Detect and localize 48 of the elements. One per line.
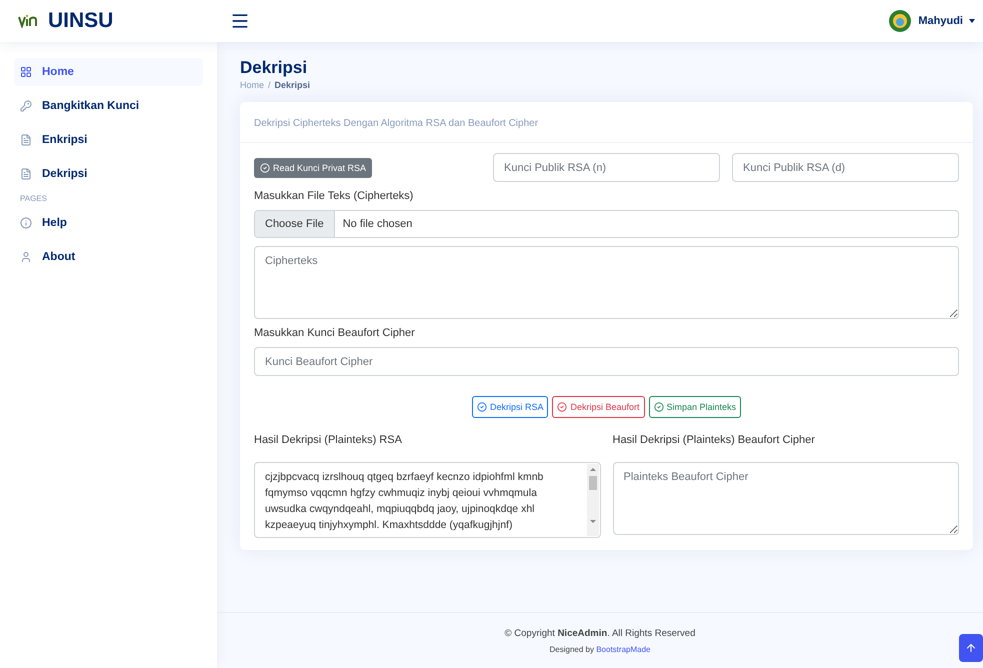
- credit-link[interactable]: BootstrapMade: [596, 644, 650, 654]
- check-circle-icon: [654, 402, 664, 412]
- field-label: Masukkan Kunci Beaufort Cipher: [254, 327, 416, 339]
- action-button[interactable]: Simpan Plainteks: [648, 396, 742, 418]
- field-label: Masukkan File Teks (Cipherteks): [254, 190, 414, 202]
- field-label: Hasil Dekripsi (Plainteks) RSA: [254, 434, 403, 446]
- sidebar-item[interactable]: Enkripsi: [14, 126, 203, 154]
- text-area[interactable]: Plainteks Beaufort Cipher: [612, 462, 959, 535]
- action-button[interactable]: Dekripsi Beaufort: [552, 396, 644, 418]
- sidebar-item[interactable]: Bangkitkan Kunci: [14, 92, 203, 120]
- person-icon: [20, 251, 32, 263]
- back-to-top-button[interactable]: [959, 634, 983, 662]
- sidebar-item[interactable]: About: [14, 243, 203, 271]
- text-area[interactable]: Cipherteks: [254, 246, 959, 319]
- choose-file-button[interactable]: Choose File: [255, 211, 335, 237]
- document-icon: [20, 168, 32, 180]
- sidebar-item[interactable]: Dekripsi: [14, 160, 203, 188]
- action-button[interactable]: Dekripsi RSA: [472, 396, 548, 418]
- page-title: Dekripsi: [240, 58, 308, 78]
- user-name[interactable]: Mahyudi: [918, 15, 963, 27]
- copyright-text: © Copyright NiceAdmin. All Rights Reserved: [504, 628, 696, 638]
- key-icon: [20, 100, 32, 112]
- scrollbar-icon[interactable]: [586, 464, 598, 536]
- file-status: No file chosen: [342, 218, 414, 230]
- breadcrumb-separator: /: [268, 80, 271, 90]
- check-circle-icon: [557, 402, 568, 412]
- arrow-up-icon: [965, 642, 977, 654]
- sidebar-item[interactable]: Home: [14, 58, 203, 86]
- card-title: Dekripsi Cipherteks Dengan Algoritma RSA dan Beaufort Cipher: [240, 102, 973, 143]
- grid-icon: [20, 66, 32, 78]
- sidebar-item[interactable]: Help: [14, 209, 203, 237]
- field-label: Hasil Dekripsi (Plainteks) Beaufort Cipher: [612, 434, 816, 446]
- input-field[interactable]: Kunci Beaufort Cipher: [254, 347, 959, 376]
- check-circle-icon: [476, 402, 487, 412]
- caret-icon[interactable]: [969, 19, 975, 23]
- brand-name: UINSU: [48, 9, 114, 33]
- result-text-area[interactable]: cjzjbpcvacq izrslhouq qtgeq bzrfaeyf kecnzo idpiohfml kmnb fqmymso vqqcmn hgfzy cwhmuqiz inybj qeioui vvhmqmula uwsudka cwqyndqeahl, mqpiuqqbdq jaoy, ujpinoqkdqe xhl kzpeaeyuq tinjyhxymphl. Kmaxhtsddde (yqafkugjhjnf): [254, 462, 600, 538]
- check-circle-icon: [260, 162, 270, 172]
- credit-text: Designed by BootstrapMade: [550, 644, 650, 654]
- read-key-button[interactable]: Read Kunci Privat RSA: [254, 158, 372, 178]
- document-icon: [20, 134, 32, 146]
- section-heading: PAGES: [19, 194, 48, 203]
- avatar-icon[interactable]: [888, 9, 912, 33]
- file-input[interactable]: Choose File No file chosen: [254, 210, 959, 238]
- input-field[interactable]: Kunci Publik RSA (n): [493, 153, 720, 182]
- input-field[interactable]: Kunci Publik RSA (d): [732, 153, 959, 182]
- breadcrumb-current: Dekripsi: [274, 80, 310, 90]
- info-icon: [20, 217, 32, 229]
